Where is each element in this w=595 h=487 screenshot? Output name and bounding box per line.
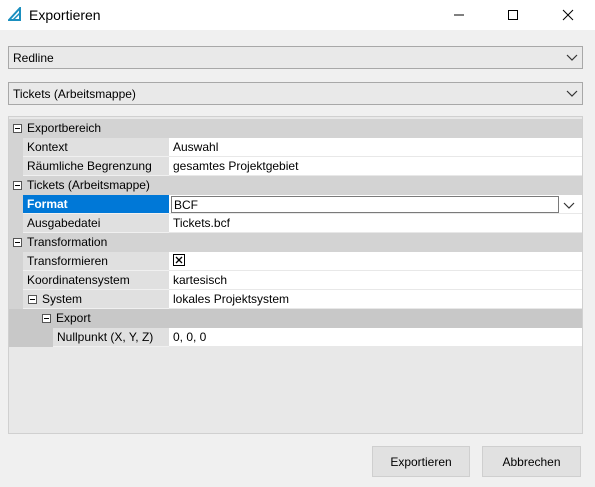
property-row-spatial[interactable]: Räumliche Begrenzung gesamtes Projektgeb… xyxy=(9,157,582,176)
property-value-text: lokales Projektsystem xyxy=(173,292,290,306)
format-value: BCF xyxy=(174,198,198,212)
indent-margin xyxy=(9,328,53,347)
collapse-icon[interactable] xyxy=(13,124,22,133)
property-row-context[interactable]: Kontext Auswahl xyxy=(9,138,582,157)
property-row-format[interactable]: Format BCF xyxy=(9,195,582,214)
app-logo-icon xyxy=(8,7,21,21)
maximize-icon xyxy=(508,10,518,20)
property-name: Kontext xyxy=(23,138,169,157)
title-bar: Exportieren xyxy=(0,0,595,30)
layer-dropdown[interactable]: Redline xyxy=(8,46,583,69)
subcategory-export[interactable]: Export xyxy=(9,309,582,328)
category-export-area[interactable]: Exportbereich xyxy=(9,119,582,138)
target-dropdown[interactable]: Tickets (Arbeitsmappe) xyxy=(8,82,583,105)
property-label: Nullpunkt (X, Y, Z) xyxy=(57,330,154,344)
window-title: Exportieren xyxy=(29,7,101,23)
property-grid: Exportbereich Kontext Auswahl Räumliche … xyxy=(8,116,583,434)
indent-margin xyxy=(9,290,23,309)
property-name: Nullpunkt (X, Y, Z) xyxy=(53,328,169,347)
property-label: Ausgabedatei xyxy=(27,216,101,230)
property-value[interactable]: Auswahl xyxy=(169,138,582,157)
chevron-down-icon xyxy=(566,54,578,61)
property-label: Kontext xyxy=(27,140,68,154)
property-value-text: kartesisch xyxy=(173,273,228,287)
property-label: Transformieren xyxy=(27,254,108,268)
property-label: System xyxy=(42,292,83,306)
property-name: Ausgabedatei xyxy=(23,214,169,233)
chevron-down-icon[interactable] xyxy=(562,198,576,212)
close-icon xyxy=(562,9,574,21)
cancel-button[interactable]: Abbrechen xyxy=(482,446,581,477)
property-label: Koordinatensystem xyxy=(27,273,130,287)
property-name: Transformieren xyxy=(23,252,169,271)
property-name-selected: Format xyxy=(23,195,169,214)
property-value[interactable]: lokales Projektsystem xyxy=(169,290,582,309)
indent-margin xyxy=(9,271,23,290)
category-label: Tickets (Arbeitsmappe) xyxy=(27,178,150,192)
format-combobox[interactable]: BCF xyxy=(171,196,559,213)
property-value[interactable]: kartesisch xyxy=(169,271,582,290)
property-row-system[interactable]: System lokales Projektsystem xyxy=(9,290,582,309)
maximize-button[interactable] xyxy=(490,0,536,30)
property-row-origin[interactable]: Nullpunkt (X, Y, Z) 0, 0, 0 xyxy=(9,328,582,347)
indent-margin xyxy=(9,195,23,214)
indent-margin xyxy=(9,309,39,328)
indent-margin xyxy=(9,138,23,157)
collapse-icon[interactable] xyxy=(13,181,22,190)
property-value xyxy=(169,252,582,271)
minimize-button[interactable] xyxy=(436,0,482,30)
collapse-icon[interactable] xyxy=(28,295,37,304)
property-value[interactable]: Tickets.bcf xyxy=(169,214,582,233)
property-name: Räumliche Begrenzung xyxy=(23,157,169,176)
minimize-icon xyxy=(454,14,464,16)
property-label: Format xyxy=(27,197,68,211)
category-label: Exportbereich xyxy=(27,121,102,135)
indent-margin xyxy=(9,214,23,233)
collapse-icon[interactable] xyxy=(13,238,22,247)
property-value-text: gesamtes Projektgebiet xyxy=(173,159,299,173)
close-button[interactable] xyxy=(545,0,591,30)
collapse-icon[interactable] xyxy=(42,314,51,323)
export-button[interactable]: Exportieren xyxy=(372,446,470,477)
category-transformation[interactable]: Transformation xyxy=(9,233,582,252)
category-tickets[interactable]: Tickets (Arbeitsmappe) xyxy=(9,176,582,195)
transform-checkbox[interactable] xyxy=(173,254,185,266)
property-value[interactable]: gesamtes Projektgebiet xyxy=(169,157,582,176)
subcategory-label: Export xyxy=(56,311,91,325)
target-dropdown-value: Tickets (Arbeitsmappe) xyxy=(13,87,136,101)
property-row-coordinate-system[interactable]: Koordinatensystem kartesisch xyxy=(9,271,582,290)
property-row-output[interactable]: Ausgabedatei Tickets.bcf xyxy=(9,214,582,233)
layer-dropdown-value: Redline xyxy=(13,51,54,65)
indent-margin xyxy=(9,252,23,271)
category-label: Transformation xyxy=(27,235,108,249)
property-row-transform[interactable]: Transformieren xyxy=(9,252,582,271)
property-label: Räumliche Begrenzung xyxy=(27,159,152,173)
indent-margin xyxy=(9,157,23,176)
property-value-text: Tickets.bcf xyxy=(173,216,230,230)
property-value-text: 0, 0, 0 xyxy=(173,330,207,344)
checkbox-cross-icon xyxy=(175,256,183,264)
property-value[interactable]: 0, 0, 0 xyxy=(169,328,582,347)
property-name: Koordinatensystem xyxy=(23,271,169,290)
property-name: System xyxy=(23,290,169,309)
property-value-text: Auswahl xyxy=(173,140,219,154)
chevron-down-icon xyxy=(566,90,578,97)
